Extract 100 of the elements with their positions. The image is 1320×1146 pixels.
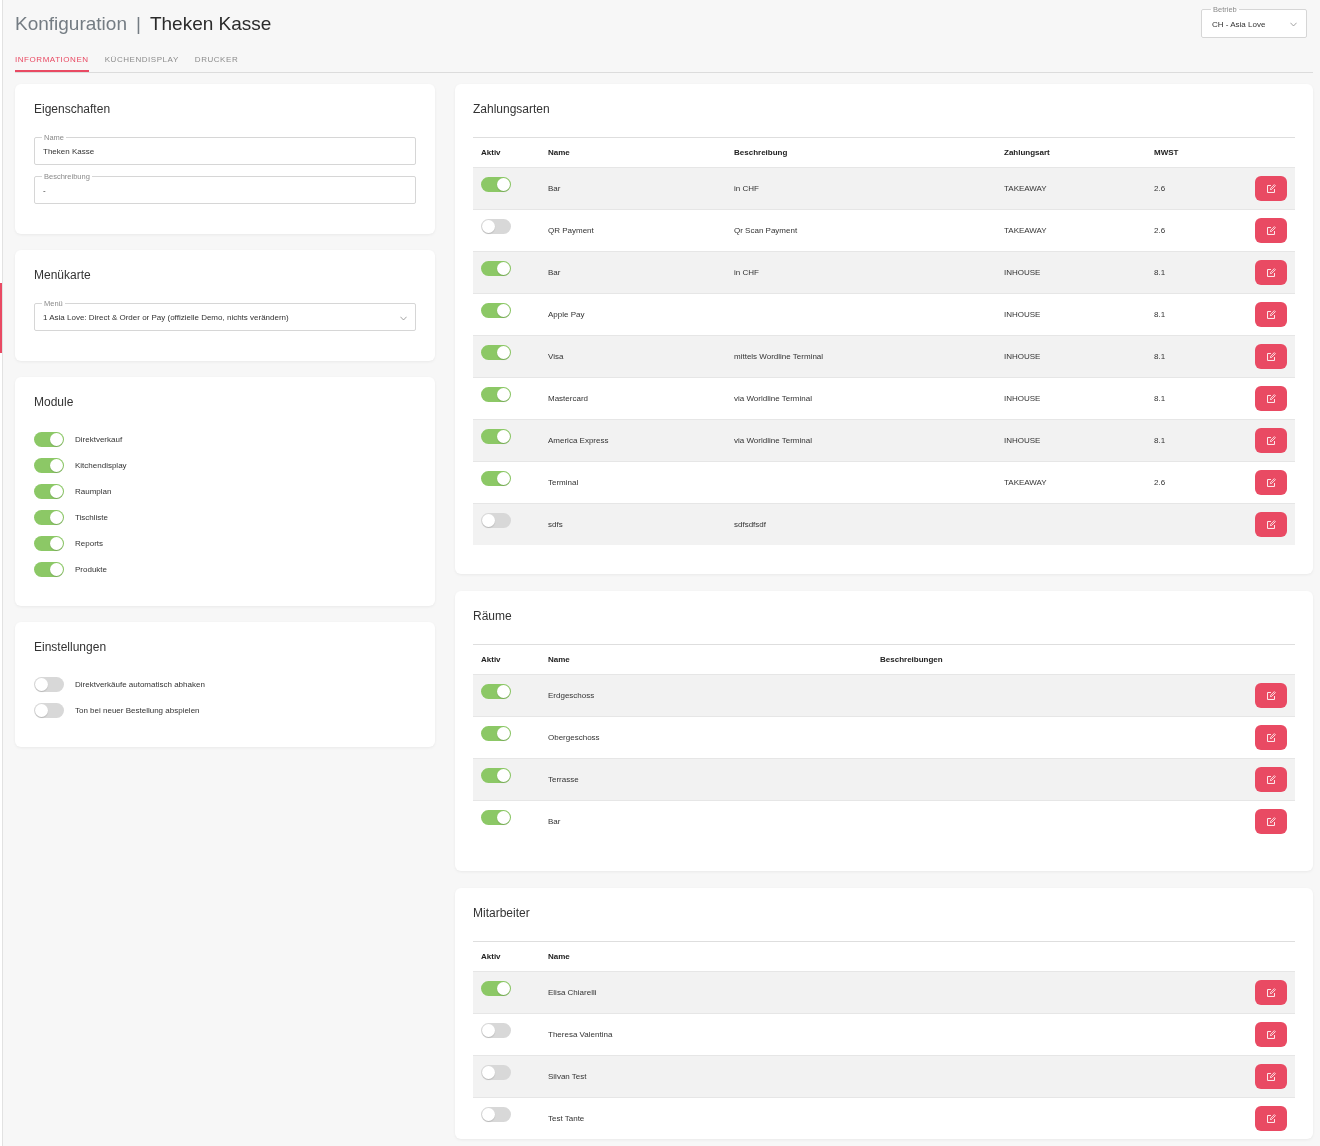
edit-button[interactable] — [1255, 512, 1287, 537]
toggle-switch[interactable] — [481, 471, 511, 486]
column-header: Aktiv — [481, 655, 501, 664]
table-cell: sdfsdfsdf — [734, 520, 766, 529]
toggle-label: Raumplan — [75, 486, 112, 496]
toggle-switch[interactable] — [481, 768, 511, 783]
table-cell: via Worldline Terminal — [734, 394, 812, 403]
toggle-label: Direktverkauf — [75, 434, 123, 444]
table-cell: Terrasse — [548, 775, 579, 784]
toggle-label: Produkte — [75, 564, 108, 574]
toggle-switch[interactable] — [481, 261, 511, 276]
toggle-switch[interactable] — [481, 1107, 511, 1122]
edit-button[interactable] — [1255, 218, 1287, 243]
card-title: Räume — [473, 609, 513, 623]
table-cell: Elisa Chiarelli — [548, 988, 597, 997]
edit-button[interactable] — [1255, 344, 1287, 369]
table-cell: TAKEAWAY — [1004, 478, 1047, 487]
edit-button[interactable] — [1255, 1106, 1287, 1131]
table-cell: via Worldline Terminal — [734, 436, 812, 445]
column-header: Beschreibung — [734, 148, 788, 157]
toggle-switch[interactable] — [481, 345, 511, 360]
table-cell: in CHF — [734, 268, 759, 277]
edit-button[interactable] — [1255, 176, 1287, 201]
edit-button[interactable] — [1255, 767, 1287, 792]
toggle-switch[interactable] — [34, 509, 64, 525]
edit-button[interactable] — [1255, 428, 1287, 453]
edit-icon — [1266, 817, 1276, 826]
page-subtitle: Theken Kasse — [149, 12, 272, 36]
toggle-switch[interactable] — [481, 684, 511, 699]
table-cell: INHOUSE — [1004, 394, 1041, 403]
toggle-switch[interactable] — [34, 561, 64, 577]
table-cell: 8.1 — [1154, 436, 1166, 445]
edit-button[interactable] — [1255, 725, 1287, 750]
column-header: MWST — [1154, 148, 1179, 157]
toggle-switch[interactable] — [481, 219, 511, 234]
toggle-label: Ton bei neuer Bestellung abspielen — [75, 705, 200, 715]
toggle-switch[interactable] — [481, 726, 511, 741]
column-header: Name — [548, 148, 570, 157]
edit-icon — [1266, 520, 1276, 529]
card-title: Module — [34, 395, 75, 409]
edit-icon — [1266, 478, 1276, 487]
toggle-switch[interactable] — [481, 1065, 511, 1080]
table-cell: QR Payment — [548, 226, 594, 235]
toggle-label: Tischliste — [75, 512, 109, 522]
chevron-down-icon — [1290, 22, 1297, 27]
toggle-switch[interactable] — [481, 177, 511, 192]
edit-button[interactable] — [1255, 386, 1287, 411]
table-cell: Erdgeschoss — [548, 691, 595, 700]
table-cell: Test Tante — [548, 1114, 585, 1123]
toggle-switch[interactable] — [34, 431, 64, 447]
edit-icon — [1266, 310, 1276, 319]
toggle-switch[interactable] — [34, 676, 64, 692]
table-cell: mittels Wordline Terminal — [734, 352, 824, 361]
toggle-switch[interactable] — [481, 513, 511, 528]
table-cell: Mastercard — [548, 394, 588, 403]
toggle-switch[interactable] — [34, 483, 64, 499]
edit-button[interactable] — [1255, 260, 1287, 285]
table-cell: sdfs — [548, 520, 563, 529]
table-cell: INHOUSE — [1004, 310, 1041, 319]
toggle-switch[interactable] — [481, 810, 511, 825]
edit-icon — [1266, 1114, 1276, 1123]
edit-icon — [1266, 226, 1276, 235]
toggle-switch[interactable] — [481, 303, 511, 318]
column-header: Name — [548, 655, 570, 664]
toggle-switch[interactable] — [481, 981, 511, 996]
edit-icon — [1266, 691, 1276, 700]
table-cell: 8.1 — [1154, 268, 1166, 277]
table-cell: in CHF — [734, 184, 759, 193]
edit-button[interactable] — [1255, 1064, 1287, 1089]
table-cell: INHOUSE — [1004, 268, 1041, 277]
table-cell: 2.6 — [1154, 226, 1166, 235]
card-title: Eigenschaften — [34, 102, 112, 116]
edit-icon — [1266, 1072, 1276, 1081]
tab[interactable]: INFORMATIONEN — [15, 55, 89, 72]
edit-button[interactable] — [1255, 470, 1287, 495]
table-cell: TAKEAWAY — [1004, 226, 1047, 235]
table-cell: 8.1 — [1154, 394, 1166, 403]
toggle-switch[interactable] — [34, 457, 64, 473]
card-title: Zahlungsarten — [473, 102, 551, 116]
toggle-switch[interactable] — [481, 429, 511, 444]
edit-icon — [1266, 1030, 1276, 1039]
edit-button[interactable] — [1255, 809, 1287, 834]
toggle-switch[interactable] — [34, 535, 64, 551]
edit-button[interactable] — [1255, 1022, 1287, 1047]
table-cell: Theresa Valentina — [548, 1030, 613, 1039]
page-title: Konfiguration — [15, 12, 127, 36]
toggle-switch[interactable] — [481, 387, 511, 402]
edit-button[interactable] — [1255, 302, 1287, 327]
toggle-switch[interactable] — [481, 1023, 511, 1038]
edit-icon — [1266, 394, 1276, 403]
edit-icon — [1266, 184, 1276, 193]
card-title: Einstellungen — [34, 640, 108, 654]
edit-icon — [1266, 988, 1276, 997]
edit-button[interactable] — [1255, 683, 1287, 708]
table-cell: Apple Pay — [548, 310, 585, 319]
table-cell: TAKEAWAY — [1004, 184, 1047, 193]
table-cell: Silvan Test — [548, 1072, 587, 1081]
chevron-down-icon — [400, 315, 407, 321]
edit-button[interactable] — [1255, 980, 1287, 1005]
toggle-switch[interactable] — [34, 702, 64, 718]
